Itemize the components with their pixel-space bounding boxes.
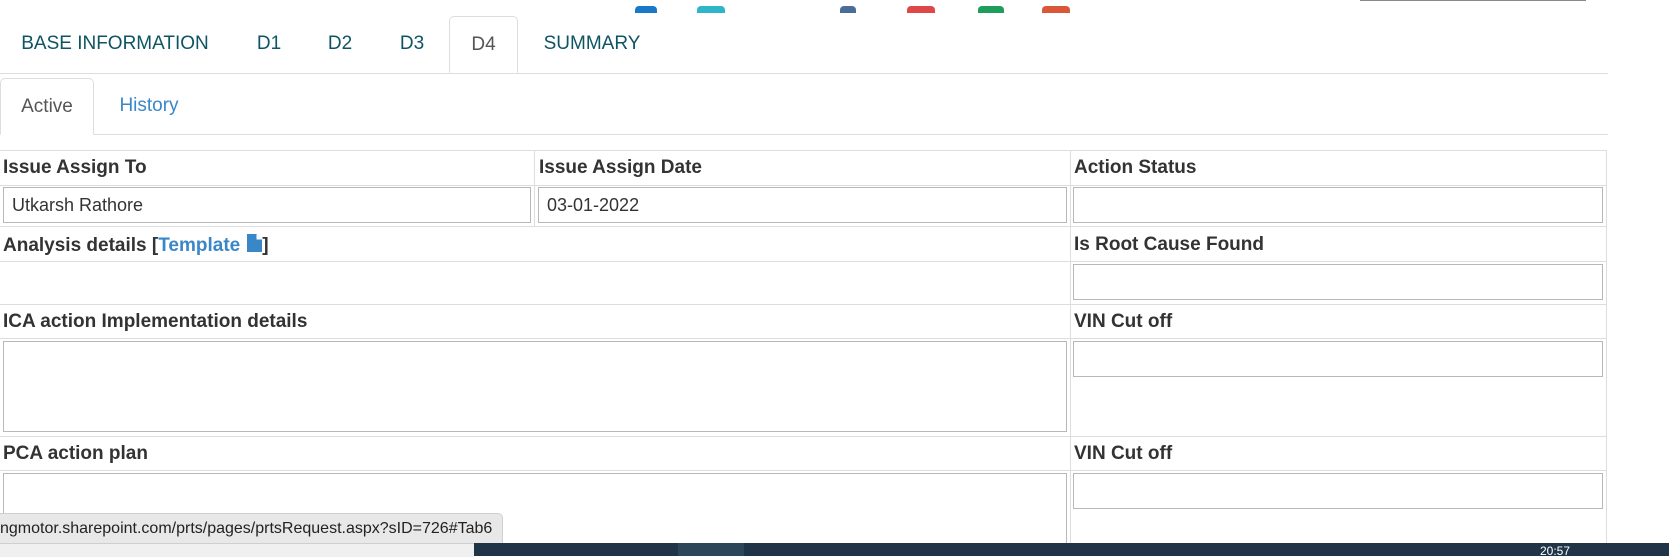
grid-line [0,261,1606,262]
issue-assign-date-label: Issue Assign Date [539,157,702,178]
template-link[interactable]: Template [158,234,263,258]
ica-details-label: ICA action Implementation details [3,311,308,332]
sub-tab-bar: Active History [0,78,1608,135]
taskbar [474,543,1669,556]
analysis-label-suffix: ] [262,235,269,256]
taskbar-app-icon[interactable] [1042,6,1070,13]
issue-assign-to-field[interactable]: Utkarsh Rathore [3,187,531,223]
taskbar-left-strip [0,543,474,557]
grid-line [534,150,535,226]
grid-line [0,470,1606,471]
vin-cutoff-label-1: VIN Cut off [1074,311,1173,332]
grid-line [0,150,1606,151]
tab-summary[interactable]: SUMMARY [530,16,654,73]
grid-line [1606,150,1607,550]
status-bar-url: ngmotor.sharepoint.com/prts/pages/prtsRe… [0,513,504,545]
action-status-field[interactable] [1073,187,1603,223]
vin-cutoff-field-1[interactable] [1073,341,1603,377]
tab-d2[interactable]: D2 [316,16,364,73]
tab-d3[interactable]: D3 [388,16,436,73]
root-cause-field[interactable] [1073,264,1603,300]
taskbar-app-icon[interactable] [697,6,725,13]
vin-cutoff-label-2: VIN Cut off [1074,443,1173,464]
grid-line [0,185,1606,186]
grid-line [0,304,1606,305]
analysis-label-prefix: Analysis details [ [3,235,159,256]
analysis-details-label: Analysis details [Template] [3,234,269,258]
grid-line [0,436,1606,437]
document-icon[interactable] [247,234,263,258]
top-search-box[interactable] [1360,0,1586,1]
grid-line [0,226,1606,227]
tab-base-information[interactable]: BASE INFORMATION [0,16,230,73]
taskbar-app-icon[interactable] [840,6,856,13]
tab-active[interactable]: Active [0,78,94,135]
root-cause-label: Is Root Cause Found [1074,234,1264,255]
action-status-label: Action Status [1074,157,1197,178]
issue-assign-date-field[interactable]: 03-01-2022 [538,187,1067,223]
tab-d1[interactable]: D1 [245,16,293,73]
taskbar-app-icon[interactable] [978,6,1004,13]
pca-action-plan-label: PCA action plan [3,443,148,464]
tab-history[interactable]: History [103,78,195,134]
grid-line [1070,150,1071,550]
main-tab-bar: BASE INFORMATION D1 D2 D3 D4 SUMMARY [0,16,1608,74]
tab-d4[interactable]: D4 [449,16,518,73]
template-link-text[interactable]: Template [158,235,240,256]
vin-cutoff-field-2[interactable] [1073,473,1603,509]
ica-details-textarea[interactable] [3,341,1067,432]
taskbar-app-icon[interactable] [907,6,935,13]
issue-assign-to-label: Issue Assign To [3,157,147,178]
grid-line [0,338,1606,339]
taskbar-active-app[interactable] [678,543,744,556]
taskbar-app-icon[interactable] [635,6,657,13]
